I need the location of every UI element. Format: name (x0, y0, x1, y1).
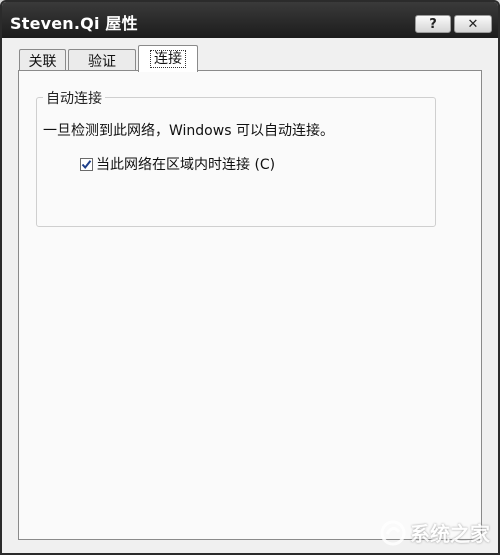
title-bar[interactable]: Steven.Qi 屋性 ? ✕ (2, 2, 498, 38)
tab-panel-connection: 自动连接 一旦检测到此网络，Windows 可以自动连接。 当此网络在区域内时连… (18, 70, 482, 540)
tab-label: 连接 (150, 50, 186, 68)
groupbox-title: 自动连接 (43, 88, 105, 108)
properties-dialog: Steven.Qi 屋性 ? ✕ 关联 验证 连接 自动连接 一旦检测到此网络，… (0, 0, 500, 555)
auto-connect-groupbox: 自动连接 一旦检测到此网络，Windows 可以自动连接。 当此网络在区域内时连… (36, 88, 436, 227)
checkmark-icon (81, 159, 92, 169)
help-button[interactable]: ? (415, 15, 451, 33)
tab-authentication[interactable]: 验证 (68, 49, 136, 71)
close-button[interactable]: ✕ (454, 15, 492, 33)
tab-connection[interactable]: 连接 (138, 45, 198, 72)
auto-connect-checkbox-label: 当此网络在区域内时连接 (C) (96, 157, 276, 173)
auto-connect-description: 一旦检测到此网络，Windows 可以自动连接。 (43, 123, 334, 139)
auto-connect-checkbox[interactable] (80, 157, 93, 171)
question-mark-icon: ? (429, 16, 437, 32)
window-title: Steven.Qi 屋性 (10, 14, 138, 33)
tab-label: 关联 (28, 53, 57, 70)
dialog-client-area: 关联 验证 连接 自动连接 一旦检测到此网络，Windows 可以自动连接。 当… (2, 38, 498, 553)
auto-connect-option[interactable]: 当此网络在区域内时连接 (C) (80, 154, 275, 174)
watermark-text: 系统之家 (410, 522, 490, 546)
close-icon: ✕ (467, 16, 479, 32)
tab-association[interactable]: 关联 (19, 49, 66, 71)
system-home-logo-icon (380, 520, 406, 545)
tab-label: 验证 (88, 53, 116, 70)
watermark: 系统之家 (380, 518, 490, 547)
